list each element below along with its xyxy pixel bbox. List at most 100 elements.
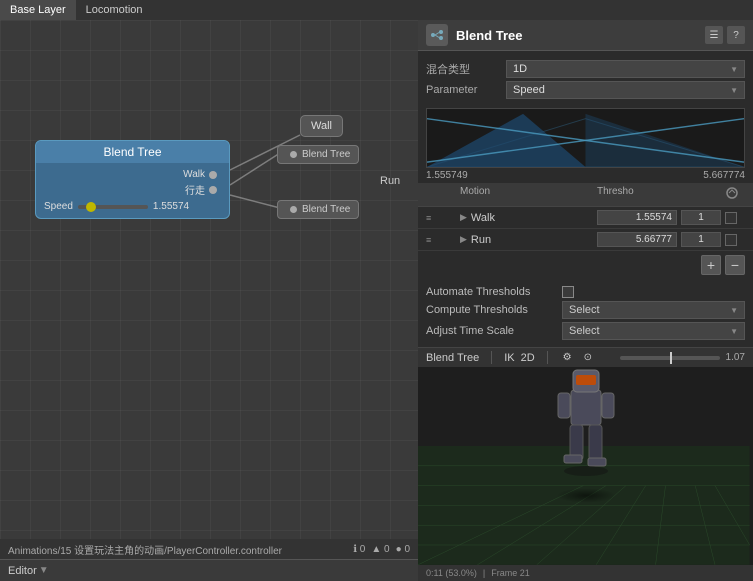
speed-slider-thumb — [86, 202, 96, 212]
parameter-dropdown-arrow: ▼ — [730, 86, 738, 95]
playback-divider-1 — [491, 351, 492, 364]
playback-timeline[interactable] — [620, 356, 720, 360]
motion-table-header: Motion Thresho — [418, 183, 753, 207]
playback-2d[interactable]: 2D — [521, 352, 535, 364]
left-panel: Blend Tree Walk 行走 Speed — [0, 20, 418, 581]
tab-base-layer[interactable]: Base Layer — [0, 0, 76, 20]
status-text: Animations/15 设置玩法主角的动画/PlayerController… — [8, 542, 282, 557]
speed-label: Speed — [44, 201, 73, 212]
editor-label: Editor — [8, 565, 37, 577]
motion-row-run[interactable]: ≡ ▶ Run — [418, 229, 753, 251]
motion-section: Motion Thresho ≡ ▶ Walk — [418, 183, 753, 251]
walk-cn-row: 行走 — [44, 182, 221, 197]
bottom-icons: ℹ 0 ▲ 0 ● 0 — [353, 544, 410, 555]
right-panel: Blend Tree ☰ ? 混合类型 1D ▼ Parameter Speed… — [418, 20, 753, 581]
automate-row: Automate Thresholds — [426, 286, 745, 298]
motion-col-mult-h — [681, 186, 721, 203]
motion-row-walk[interactable]: ≡ ▶ Walk — [418, 207, 753, 229]
warn-icon: ▲ — [371, 544, 381, 555]
walk-label: Walk — [183, 169, 205, 180]
walk-threshold-input[interactable] — [597, 210, 677, 225]
node-header: Blend Tree — [36, 141, 229, 163]
motion-controls: + − — [418, 251, 753, 279]
run-multiplier-input[interactable] — [681, 232, 721, 247]
bt-walk-label: Blend Tree — [302, 149, 350, 160]
tab-base-layer-label: Base Layer — [10, 4, 66, 16]
playback-ik[interactable]: IK — [504, 352, 514, 364]
walk-port-row: Walk — [44, 169, 221, 180]
warn-count: ▲ 0 — [371, 544, 389, 555]
node-wall[interactable]: Wall — [300, 115, 343, 137]
info-bar: 0:11 (53.0%) | Frame 21 — [418, 565, 753, 581]
walk-tri-icon: ▶ — [460, 212, 467, 223]
character-shadow — [556, 488, 616, 503]
rp-header-icons: ☰ ? — [705, 26, 745, 44]
bt-run-port — [290, 206, 297, 213]
blend-graph-svg — [427, 109, 744, 167]
bt-walk-port — [290, 151, 297, 158]
graph-min: 1.555749 — [426, 170, 468, 181]
blend-tree-icon-svg — [430, 28, 444, 42]
adjust-label: Adjust Time Scale — [426, 325, 556, 337]
rp-icon-btn-2[interactable]: ? — [727, 26, 745, 44]
error-count-val: 0 — [404, 544, 410, 555]
run-row-name: ▶ Run — [460, 234, 593, 246]
tab-locomotion[interactable]: Locomotion — [76, 0, 153, 20]
node-bt-run[interactable]: Blend Tree — [277, 200, 359, 219]
motion-col-empty — [426, 186, 456, 203]
speed-row: Speed 1.55574 — [44, 201, 221, 212]
auto-section: Automate Thresholds Compute Thresholds S… — [418, 279, 753, 347]
run-row-handle: ≡ — [426, 235, 431, 245]
compute-value: Select — [569, 304, 600, 316]
walk-multiplier-input[interactable] — [681, 210, 721, 225]
type-dropdown-arrow: ▼ — [730, 65, 738, 74]
adjust-row: Adjust Time Scale Select ▼ — [426, 322, 745, 340]
run-threshold-input[interactable] — [597, 232, 677, 247]
parameter-prop-row: Parameter Speed ▼ — [426, 81, 745, 99]
run-name-text: Run — [471, 234, 491, 246]
compute-select[interactable]: Select ▼ — [562, 301, 745, 319]
blend-tree-icon — [426, 24, 448, 46]
walk-cn-port[interactable] — [209, 186, 217, 194]
graph-max: 5.667774 — [703, 170, 745, 181]
type-prop-row: 混合类型 1D ▼ — [426, 60, 745, 78]
character-svg — [546, 367, 626, 485]
run-label-area: Run — [380, 175, 400, 187]
rp-header: Blend Tree ☰ ? — [418, 20, 753, 51]
node-title: Blend Tree — [103, 145, 161, 159]
run-check[interactable] — [725, 234, 737, 246]
walk-check[interactable] — [725, 212, 737, 224]
automate-checkbox[interactable] — [562, 286, 574, 298]
walk-port[interactable] — [209, 171, 217, 179]
blend-graph — [426, 108, 745, 168]
type-dropdown[interactable]: 1D ▼ — [506, 60, 745, 78]
adjust-select[interactable]: Select ▼ — [562, 322, 745, 340]
remove-motion-btn[interactable]: − — [725, 255, 745, 275]
motion-col-motion: Motion — [460, 186, 593, 203]
tab-locomotion-label: Locomotion — [86, 4, 143, 16]
playback-icon-btn[interactable]: ⚙ — [560, 351, 575, 364]
connections-svg — [0, 20, 418, 539]
node-blend-tree-main[interactable]: Blend Tree Walk 行走 Speed — [35, 140, 230, 219]
rp-icon-btn-1[interactable]: ☰ — [705, 26, 723, 44]
error-icon: ● — [396, 544, 402, 555]
speed-slider[interactable] — [78, 205, 148, 209]
graph-area[interactable]: Blend Tree Walk 行走 Speed — [0, 20, 418, 539]
playback-clock-btn[interactable]: ⊙ — [581, 351, 595, 364]
info-separator: | — [483, 568, 485, 578]
info-count-val: 0 — [360, 544, 366, 555]
preview-area — [418, 367, 753, 565]
add-motion-btn[interactable]: + — [701, 255, 721, 275]
editor-dropdown-arrow[interactable]: ▼ — [39, 565, 49, 576]
playback-time: 1.07 — [726, 352, 745, 363]
automate-label: Automate Thresholds — [426, 286, 556, 298]
blend-range: 1.555749 5.667774 — [418, 168, 753, 183]
status-bar: Animations/15 设置玩法主角的动画/PlayerController… — [0, 539, 418, 559]
node-bt-walk[interactable]: Blend Tree — [277, 145, 359, 164]
compute-arrow: ▼ — [730, 306, 738, 315]
parameter-dropdown[interactable]: Speed ▼ — [506, 81, 745, 99]
rp-type-row: 混合类型 1D ▼ Parameter Speed ▼ — [418, 51, 753, 108]
node-body: Walk 行走 Speed 1.55574 — [36, 163, 229, 218]
compute-row: Compute Thresholds Select ▼ — [426, 301, 745, 319]
playback-label: Blend Tree — [426, 352, 479, 364]
